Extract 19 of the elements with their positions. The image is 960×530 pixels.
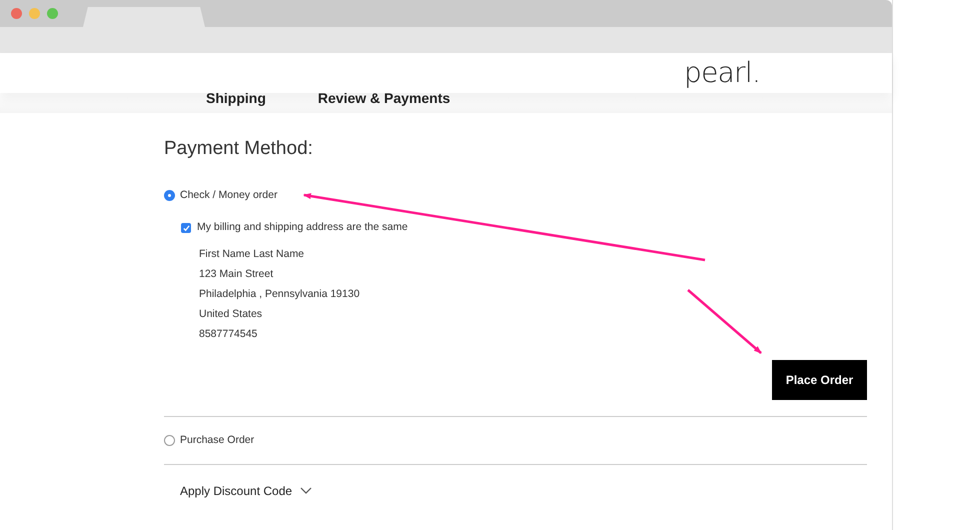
checkbox[interactable] <box>181 223 191 234</box>
section-heading: Payment Method: <box>164 137 314 161</box>
logo[interactable]: pearl. <box>684 59 760 87</box>
checkout-step[interactable]: Review & Payments <box>318 91 450 105</box>
address-line: 123 Main Street <box>199 267 274 282</box>
checkbox-label: My billing and shipping address are the same <box>197 220 408 236</box>
payment-option-label[interactable]: Check / Money order <box>180 188 278 204</box>
address-line: Philadelphia , Pennsylvania 19130 <box>199 287 361 302</box>
place-order-button[interactable]: Place Order <box>772 360 867 400</box>
radio-button[interactable] <box>164 435 175 446</box>
check-icon <box>182 224 190 232</box>
payment-option-label[interactable]: Purchase Order <box>180 432 254 448</box>
discount-toggle[interactable]: Apply Discount Code <box>180 482 867 500</box>
radio-button[interactable] <box>164 190 175 201</box>
address-line: First Name Last Name <box>199 247 306 262</box>
address-line: United States <box>199 307 264 322</box>
browser-tab[interactable] <box>83 7 205 27</box>
checkout-step[interactable]: Shipping <box>206 91 266 105</box>
address-line: 8587774545 <box>199 327 258 342</box>
